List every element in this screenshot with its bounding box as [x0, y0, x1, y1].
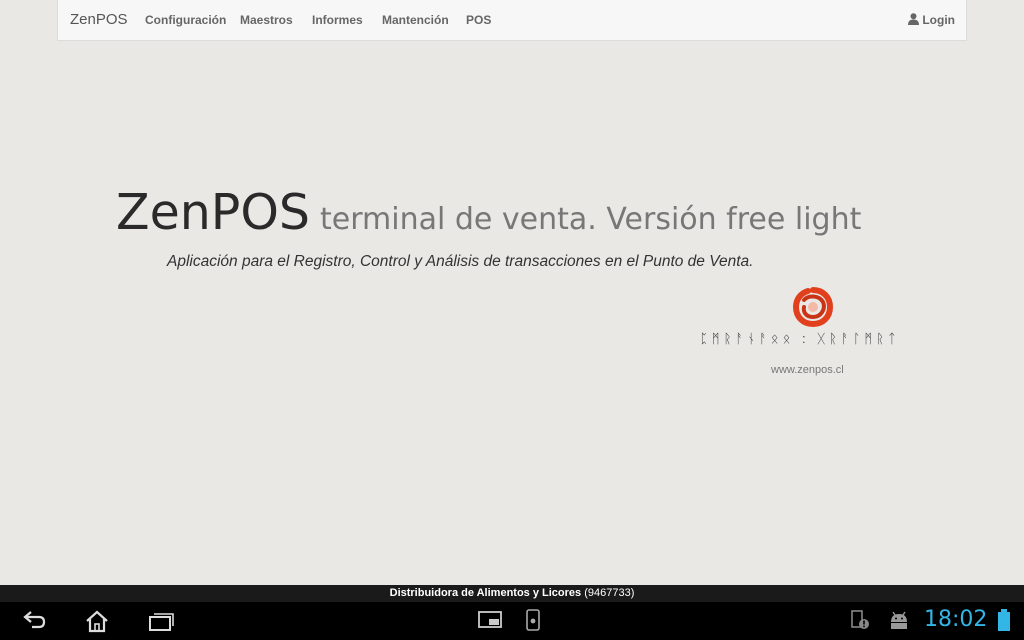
android-icon[interactable]: [887, 609, 911, 631]
hero-subtitle: terminal de venta. Versión free light: [320, 202, 862, 237]
notification-icon[interactable]: [849, 609, 871, 631]
hero-tagline: Aplicación para el Registro, Control y A…: [167, 253, 754, 270]
nav-maestros[interactable]: Maestros: [240, 13, 293, 27]
recent-apps-icon[interactable]: [147, 609, 175, 633]
screenshot-icon[interactable]: [477, 609, 503, 631]
site-url[interactable]: www.zenpos.cl: [771, 364, 844, 376]
back-icon[interactable]: [22, 609, 48, 633]
system-clock: 18:02: [924, 607, 988, 632]
company-status-strip: Distribuidora de Alimentos y Licores (94…: [0, 585, 1024, 602]
phone-icon[interactable]: [526, 609, 540, 631]
battery-icon: [998, 609, 1010, 631]
login-link[interactable]: Login: [908, 13, 955, 27]
login-label: Login: [922, 13, 955, 27]
runes-logo-text: ᛈᛗᚱᚨᚾᚨᛟᛟ : ᚷᚱᚨᛚᛗᚱᛏ: [700, 331, 900, 346]
nav-mantencion[interactable]: Mantención: [382, 13, 449, 27]
system-bar: [0, 602, 1024, 640]
company-code: (9467733): [584, 587, 635, 599]
enso-logo-icon: [792, 287, 834, 328]
home-icon[interactable]: [84, 609, 110, 633]
top-navbar: ZenPOS Configuración Maestros Informes M…: [57, 0, 967, 41]
company-name: Distribuidora de Alimentos y Licores: [389, 587, 582, 599]
nav-informes[interactable]: Informes: [312, 13, 363, 27]
hero-title: ZenPOS: [116, 184, 310, 241]
user-icon: [908, 13, 920, 25]
brand-link[interactable]: ZenPOS: [70, 11, 128, 28]
nav-pos[interactable]: POS: [466, 13, 491, 27]
nav-configuracion[interactable]: Configuración: [145, 13, 226, 27]
page-title: ZenPOS terminal de venta. Versión free li…: [116, 184, 861, 241]
